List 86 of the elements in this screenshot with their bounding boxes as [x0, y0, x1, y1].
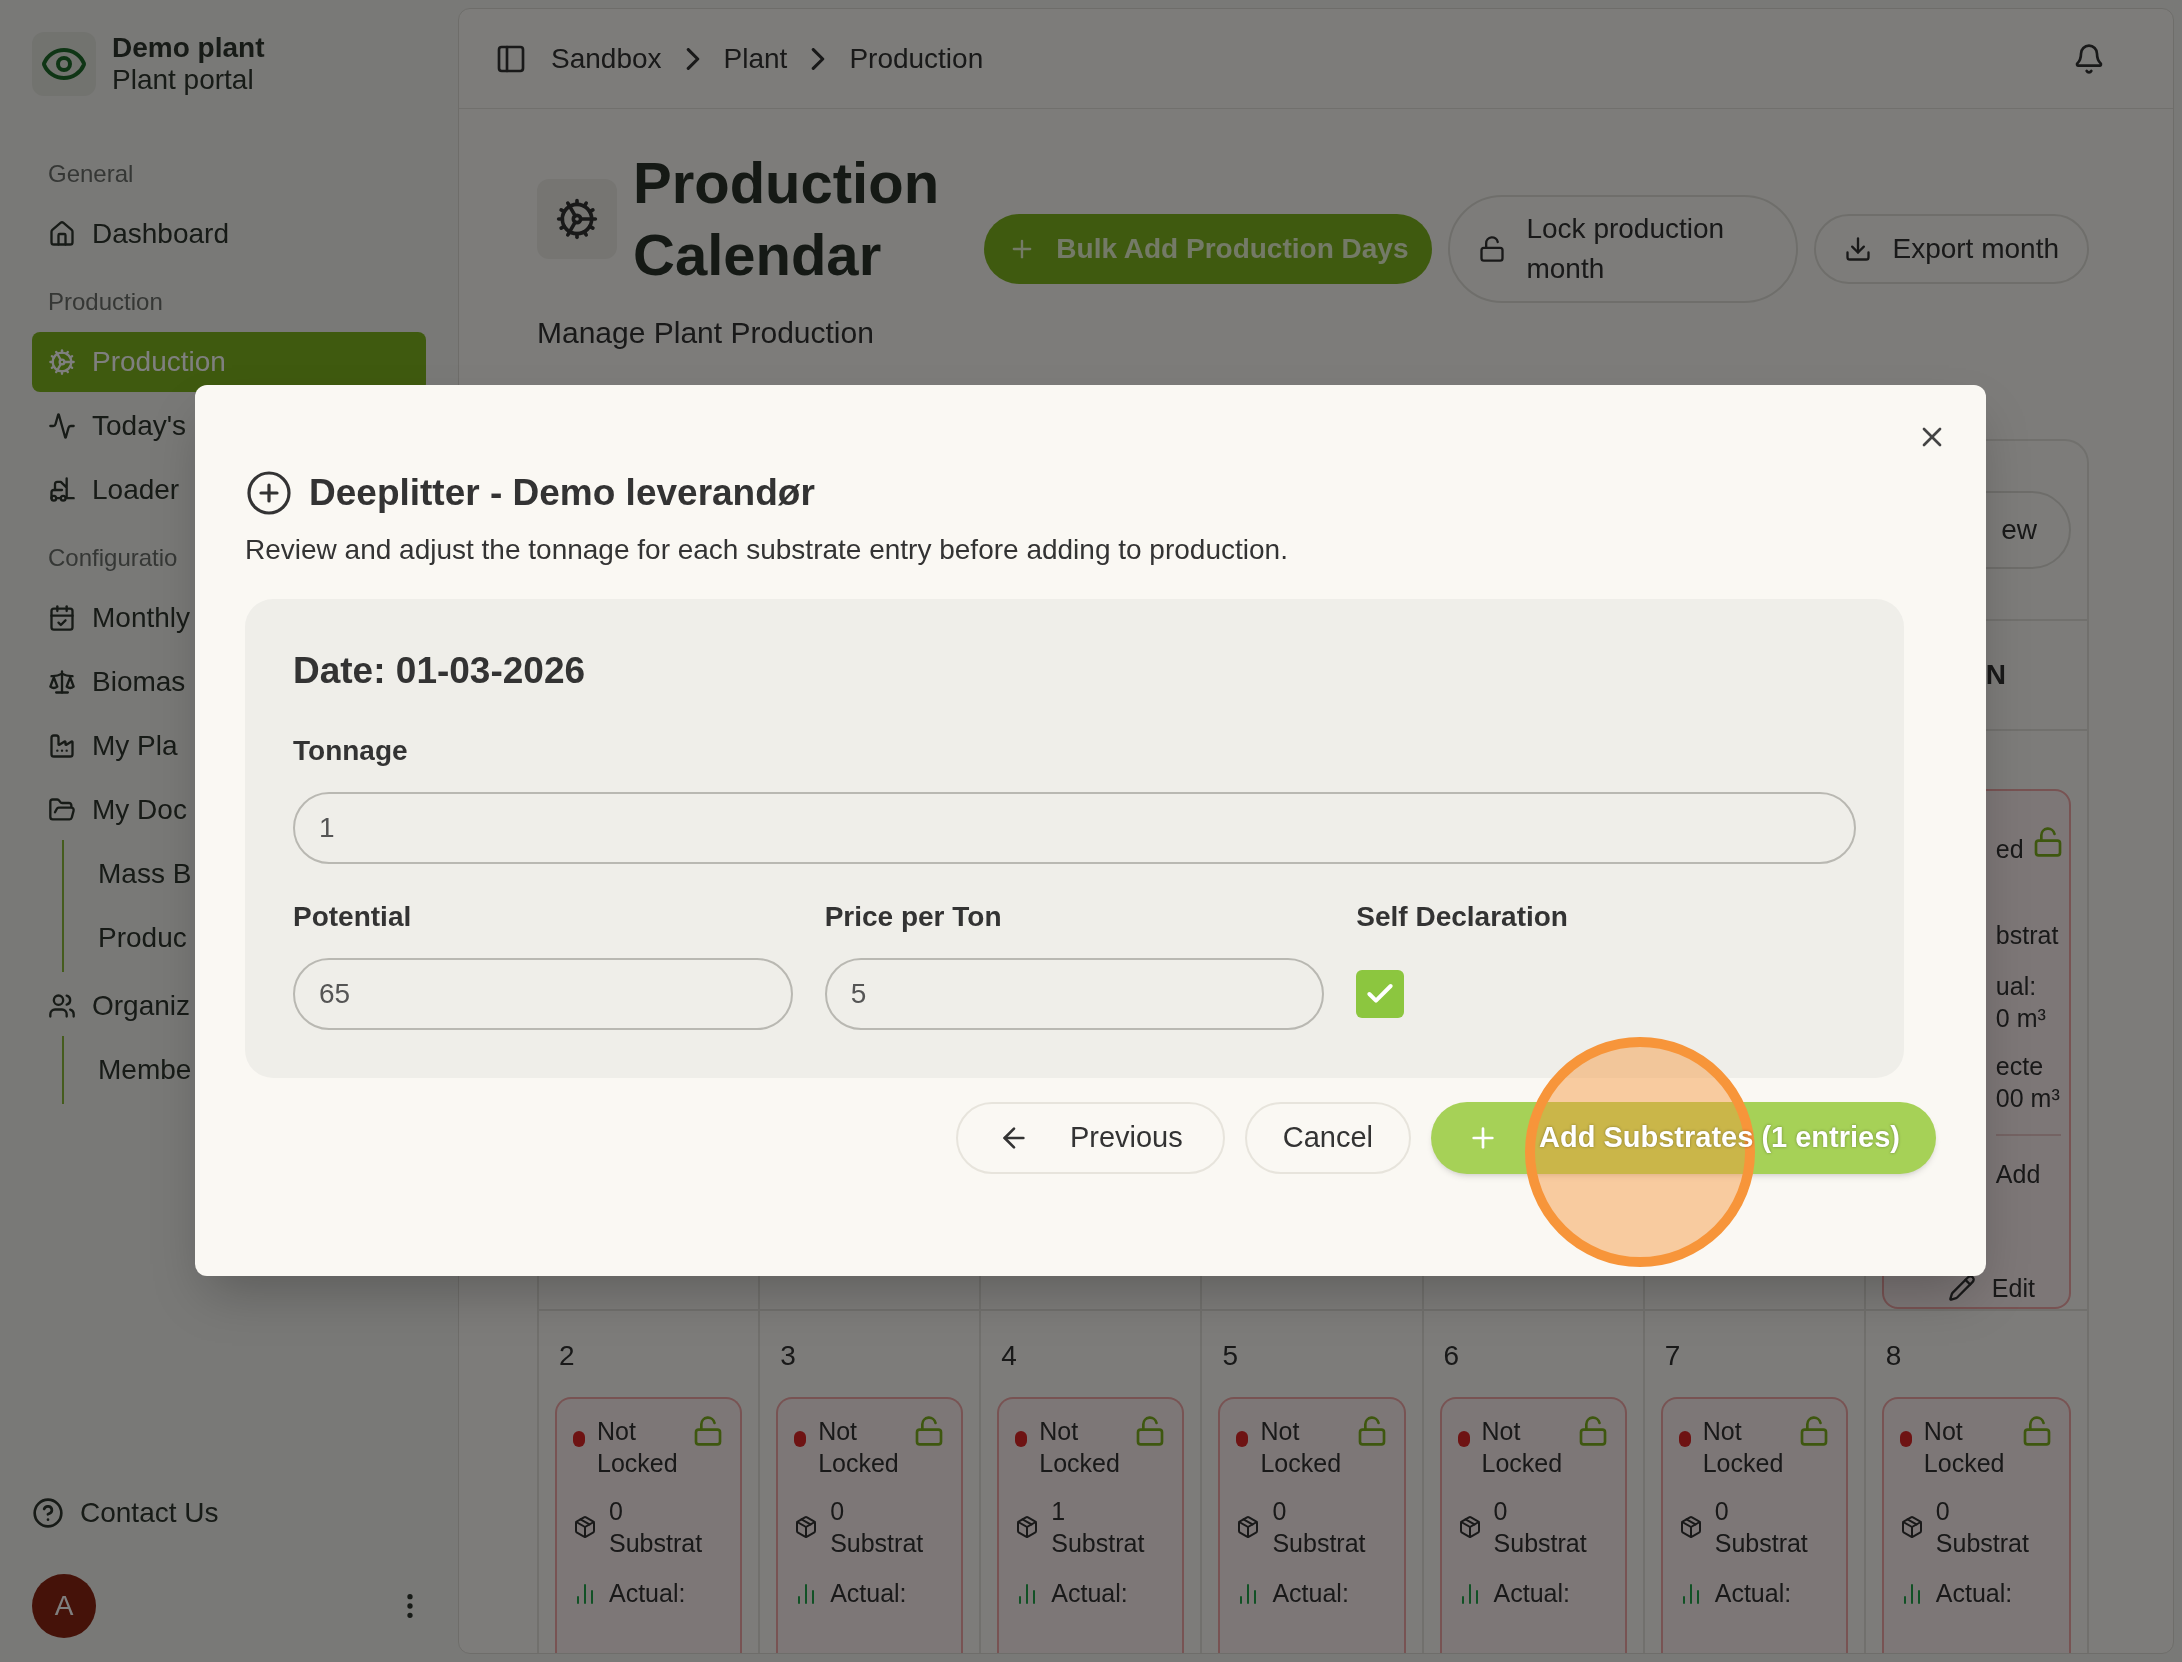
expected-label: ecte: [1995, 1051, 2045, 1082]
substrate-label: Substrat: [1493, 1528, 1587, 1559]
sidebar-item[interactable]: Dashboard: [32, 204, 245, 264]
actual-label: Actual:: [1714, 1578, 1792, 1609]
lock-status: Not Locked: [1039, 1416, 1121, 1479]
section-label: Configuratio: [47, 543, 179, 573]
day-card[interactable]: Not Locked 0 Substrat Actual:: [1660, 1397, 1848, 1653]
substrate-label: Substrat: [1935, 1528, 2029, 1559]
substrate-label: Substrat: [609, 1528, 703, 1559]
sidebar-item[interactable]: Organiz: [32, 976, 207, 1036]
day-number: 7: [1663, 1339, 1682, 1373]
avatar[interactable]: A: [32, 1574, 96, 1638]
breadcrumb-link[interactable]: Sandbox: [551, 37, 662, 80]
breadcrumb-link[interactable]: Plant: [723, 37, 788, 80]
brand-name: Demo plant: [112, 32, 265, 64]
sidebar-item[interactable]: Today's: [32, 396, 203, 456]
sidebar-item[interactable]: My Doc: [32, 780, 203, 840]
substrate-label: Substrat: [1714, 1528, 1808, 1559]
dialog-description: Review and adjust the tonnage for each substrate entry before adding to production.: [245, 532, 1289, 567]
day-card[interactable]: Not Locked 1 Substrat Actual:: [997, 1397, 1185, 1653]
field-label: Tonnage: [293, 734, 409, 768]
dialog-title: Deeplitter - Demo leverandør: [309, 471, 815, 515]
substrate-count: 1: [1051, 1496, 1067, 1527]
potential-field[interactable]: 65: [293, 958, 793, 1030]
day-number: 4: [1000, 1339, 1018, 1373]
substrate-label: Substrat: [830, 1528, 924, 1559]
field-label: Potential: [293, 900, 413, 934]
field-label: Self Declaration: [1356, 900, 1569, 934]
page-title: Production Calendar: [633, 149, 941, 289]
lock-status: Not Locked: [1702, 1416, 1785, 1479]
page-subtitle: Manage Plant Production: [537, 315, 875, 351]
day-card[interactable]: Not Locked 0 Substrat Actual:: [1218, 1397, 1406, 1653]
actual-label: Actual:: [1051, 1578, 1128, 1609]
lock-status: ed: [1995, 834, 2024, 865]
section-label: Production: [47, 287, 164, 317]
action-button[interactable]: Export month: [1814, 214, 2089, 284]
contact-link[interactable]: Contact Us: [32, 1492, 426, 1534]
sidebar-item[interactable]: Biomas: [32, 652, 202, 712]
breadcrumb-link[interactable]: Production: [849, 37, 984, 80]
substrate-label: Substrat: [1051, 1528, 1145, 1559]
substrate-count: 0: [609, 1496, 624, 1527]
day-number: 8: [1884, 1339, 1903, 1373]
actual-label: Actual:: [609, 1578, 686, 1609]
substrate-label: Substrat: [1272, 1528, 1366, 1559]
day-number: 2: [558, 1339, 576, 1373]
sidebar-item[interactable]: Monthly: [32, 588, 207, 648]
substrate-count: 0: [1714, 1496, 1730, 1527]
previous-button[interactable]: Previous: [955, 1102, 1225, 1174]
lock-status: Not Locked: [1923, 1416, 2006, 1479]
day-number: 3: [779, 1339, 797, 1373]
actual-label: Actual:: [1493, 1578, 1570, 1609]
day-card[interactable]: Not Locked 0 Substrat Actual:: [1881, 1397, 2071, 1653]
lock-status: Not Locked: [1481, 1416, 1564, 1479]
actual-value: 0 m³: [1995, 1003, 2047, 1034]
substrate-count: 0: [1493, 1496, 1509, 1527]
lock-status: Not Locked: [818, 1416, 900, 1479]
actual-label: Actual:: [830, 1578, 907, 1609]
weekday-header: N: [1985, 658, 2007, 692]
substrate-count: 0: [830, 1496, 846, 1527]
day-card[interactable]: Not Locked 0 Substrat Actual:: [1439, 1397, 1627, 1653]
entry-date: Date: 01-03-2026: [293, 648, 587, 693]
substrate-count: 0: [1272, 1496, 1288, 1527]
actual-label: ual:: [1995, 971, 2038, 1002]
add-link[interactable]: Add: [1995, 1156, 2061, 1194]
actual-label: Actual:: [1272, 1578, 1349, 1609]
day-card[interactable]: Not Locked 0 Substrat Actual:: [776, 1397, 964, 1653]
sidebar-item[interactable]: Loader: [32, 460, 196, 520]
tonnage-field[interactable]: 1: [293, 792, 1856, 864]
section-label: General: [47, 159, 135, 189]
lock-status: Not Locked: [597, 1416, 679, 1479]
add-substrates-button[interactable]: Add Substrates (1 entries): [1431, 1102, 1936, 1174]
price-field[interactable]: 5: [824, 958, 1325, 1030]
substrate-count: 0: [1935, 1496, 1951, 1527]
day-number: 6: [1442, 1339, 1461, 1373]
field-label: Price per Ton: [824, 900, 1003, 934]
cancel-button[interactable]: Cancel: [1244, 1102, 1411, 1174]
brand-subtitle: Plant portal: [112, 64, 255, 96]
sidebar-item[interactable]: My Pla: [32, 716, 194, 776]
actual-label: Actual:: [1935, 1578, 2013, 1609]
day-card[interactable]: Not Locked 0 Substrat Actual:: [555, 1397, 743, 1653]
substrate-label: bstrat: [1995, 919, 2060, 951]
lock-status: Not Locked: [1260, 1416, 1343, 1479]
day-number: 5: [1221, 1339, 1239, 1373]
expected-value: 00 m³: [1995, 1083, 2061, 1114]
action-button[interactable]: Lock production month: [1448, 195, 1799, 303]
edit-link[interactable]: Edit: [1991, 1269, 2035, 1307]
